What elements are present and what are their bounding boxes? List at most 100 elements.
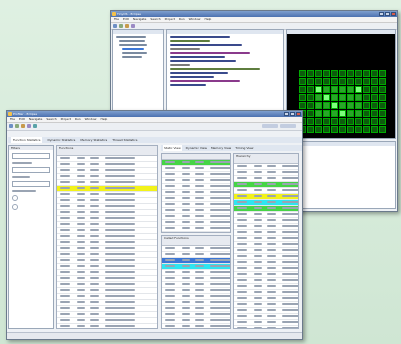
mote-cell[interactable]	[371, 94, 378, 101]
mote-cell[interactable]	[315, 110, 322, 117]
menu-edit[interactable]: Edit	[123, 17, 129, 22]
mote-cell[interactable]	[323, 118, 330, 125]
table-row[interactable]	[57, 324, 157, 328]
mote-cell[interactable]	[363, 70, 370, 77]
mote-cell[interactable]	[307, 86, 314, 93]
tab-timing-view[interactable]: Timing View	[235, 145, 253, 151]
maximize-icon[interactable]	[290, 112, 295, 116]
mote-cell[interactable]	[379, 102, 386, 109]
mote-cell[interactable]	[307, 118, 314, 125]
mote-cell[interactable]	[307, 110, 314, 117]
mote-cell[interactable]	[315, 70, 322, 77]
mote-cell[interactable]	[315, 78, 322, 85]
mote-cell[interactable]	[355, 70, 362, 77]
mote-cell[interactable]	[371, 118, 378, 125]
mote-cell[interactable]	[299, 86, 306, 93]
perspective-switcher[interactable]	[262, 124, 278, 128]
mote-cell[interactable]	[347, 94, 354, 101]
mote-cell[interactable]	[355, 86, 362, 93]
mote-cell[interactable]	[299, 70, 306, 77]
mote-cell[interactable]	[339, 70, 346, 77]
close-icon[interactable]	[296, 112, 301, 116]
filter-select-2[interactable]	[12, 167, 50, 173]
minimize-icon[interactable]	[379, 12, 384, 16]
radio-option-1[interactable]	[12, 195, 18, 201]
save-icon[interactable]	[119, 24, 123, 28]
mote-cell[interactable]	[323, 102, 330, 109]
perspective-profile[interactable]	[280, 124, 296, 128]
menu-search[interactable]: Search	[46, 117, 56, 122]
mote-cell[interactable]	[315, 86, 322, 93]
menu-project[interactable]: Project	[61, 117, 71, 122]
menu-run[interactable]: Run	[75, 117, 81, 122]
mote-cell[interactable]	[323, 86, 330, 93]
mote-cell[interactable]	[307, 102, 314, 109]
debug-icon[interactable]	[27, 124, 31, 128]
mote-cell[interactable]	[347, 78, 354, 85]
mote-cell[interactable]	[323, 94, 330, 101]
menu-edit[interactable]: Edit	[19, 117, 25, 122]
new-icon[interactable]	[113, 24, 117, 28]
mote-cell[interactable]	[299, 78, 306, 85]
mote-cell[interactable]	[323, 110, 330, 117]
run-icon[interactable]	[21, 124, 25, 128]
menu-navigate[interactable]: Navigate	[133, 17, 146, 22]
run-icon[interactable]	[125, 24, 129, 28]
mote-cell[interactable]	[347, 70, 354, 77]
mote-cell[interactable]	[339, 126, 346, 133]
mote-cell[interactable]	[331, 94, 338, 101]
mote-cell[interactable]	[347, 102, 354, 109]
filter-select-3[interactable]	[12, 181, 50, 187]
mote-cell[interactable]	[379, 94, 386, 101]
mote-cell[interactable]	[355, 118, 362, 125]
mote-cell[interactable]	[355, 94, 362, 101]
mote-cell[interactable]	[331, 102, 338, 109]
mote-cell[interactable]	[315, 126, 322, 133]
tab-memory-statistics[interactable]: Memory Statistics	[80, 137, 107, 143]
profile-icon[interactable]	[33, 124, 37, 128]
mote-cell[interactable]	[363, 78, 370, 85]
menu-window[interactable]: Window	[85, 117, 97, 122]
mote-cell[interactable]	[315, 94, 322, 101]
mote-cell[interactable]	[347, 118, 354, 125]
menu-file[interactable]: File	[10, 117, 15, 122]
mote-cell[interactable]	[355, 126, 362, 133]
mote-cell[interactable]	[299, 102, 306, 109]
mote-cell[interactable]	[355, 102, 362, 109]
menu-help[interactable]: Help	[101, 117, 108, 122]
back-window-titlebar[interactable]: TinyOS - Eclipse	[111, 11, 397, 17]
mote-cell[interactable]	[355, 78, 362, 85]
mote-cell[interactable]	[323, 126, 330, 133]
menu-navigate[interactable]: Navigate	[29, 117, 42, 122]
mote-cell[interactable]	[371, 102, 378, 109]
mote-cell[interactable]	[363, 110, 370, 117]
mote-cell[interactable]	[331, 110, 338, 117]
menu-file[interactable]: File	[114, 17, 119, 22]
mote-cell[interactable]	[315, 118, 322, 125]
mote-cell[interactable]	[323, 70, 330, 77]
mote-cell[interactable]	[363, 94, 370, 101]
debug-icon[interactable]	[131, 24, 135, 28]
mote-cell[interactable]	[347, 126, 354, 133]
mote-cell[interactable]	[379, 118, 386, 125]
mote-cell[interactable]	[371, 70, 378, 77]
mote-cell[interactable]	[355, 110, 362, 117]
mote-cell[interactable]	[339, 86, 346, 93]
mote-cell[interactable]	[363, 102, 370, 109]
function-table[interactable]: Functions	[56, 145, 158, 329]
mote-cell[interactable]	[371, 110, 378, 117]
mote-cell[interactable]	[363, 118, 370, 125]
close-icon[interactable]	[391, 12, 396, 16]
mote-cell[interactable]	[379, 86, 386, 93]
called-functions-table[interactable]: Called Functions	[161, 235, 231, 329]
mote-cell[interactable]	[347, 86, 354, 93]
mote-cell[interactable]	[379, 78, 386, 85]
mote-cell[interactable]	[363, 126, 370, 133]
tab-dynamic-statistics[interactable]: Dynamic Statistics	[47, 137, 75, 143]
mote-cell[interactable]	[307, 78, 314, 85]
mote-cell[interactable]	[379, 70, 386, 77]
mote-cell[interactable]	[331, 118, 338, 125]
tab-function-statistics[interactable]: Function Statistics	[11, 137, 43, 143]
mote-cell[interactable]	[347, 110, 354, 117]
mote-cell[interactable]	[307, 94, 314, 101]
